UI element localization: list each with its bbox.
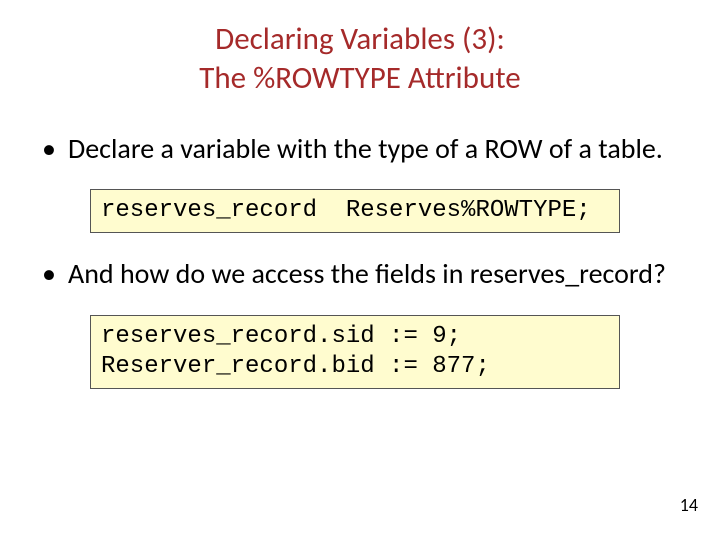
slide-title: Declaring Variables (3): The %ROWTYPE At… bbox=[0, 0, 720, 98]
title-line-2: The %ROWTYPE Attribute bbox=[199, 59, 520, 97]
bullet-2-text: And how do we access the fields in reser… bbox=[68, 256, 666, 291]
bullet-2: And how do we access the fields in reser… bbox=[40, 257, 680, 291]
title-line-1: Declaring Variables (3): bbox=[215, 20, 505, 58]
code-box-1: reserves_record Reserves%ROWTYPE; bbox=[90, 189, 620, 233]
slide-body: Declare a variable with the type of a RO… bbox=[0, 98, 720, 413]
bullet-1-text: Declare a variable with the type of a RO… bbox=[68, 131, 663, 166]
page-number: 14 bbox=[680, 494, 698, 516]
slide: Declaring Variables (3): The %ROWTYPE At… bbox=[0, 0, 720, 540]
code-box-2: reserves_record.sid := 9; Reserver_recor… bbox=[90, 315, 620, 389]
bullet-1: Declare a variable with the type of a RO… bbox=[40, 132, 680, 166]
